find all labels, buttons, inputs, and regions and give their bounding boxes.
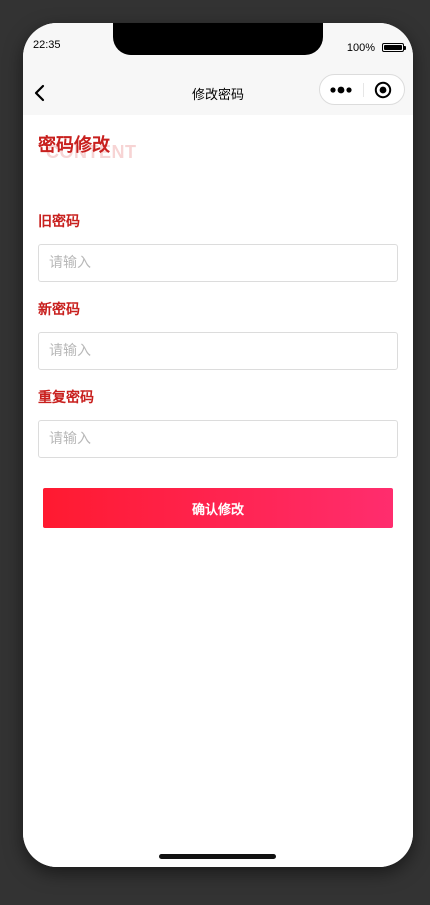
page-title: 密码修改	[38, 135, 110, 156]
home-indicator	[159, 854, 276, 859]
device-notch	[113, 23, 323, 55]
new-password-label: 新密码	[38, 302, 80, 318]
page-content: CONTENT 密码修改 旧密码 新密码 重复密码 确认修改	[23, 115, 413, 867]
old-password-input[interactable]	[38, 244, 398, 282]
navigation-bar: 修改密码	[23, 71, 413, 115]
capsule-divider	[363, 83, 364, 97]
new-password-input[interactable]	[38, 332, 398, 370]
battery-icon	[382, 43, 406, 52]
more-button[interactable]	[328, 82, 358, 98]
phone-frame: 22:35 100% 修改密码 CONTENT 密码修改 旧密码 请输入 新密码…	[23, 23, 413, 867]
battery-percentage: 100%	[346, 42, 375, 54]
more-dots-icon	[330, 86, 352, 94]
mini-program-capsule	[319, 74, 405, 105]
close-mini-program-button[interactable]	[374, 81, 392, 99]
status-time: 22:35	[33, 39, 61, 51]
target-circle-icon	[374, 81, 392, 99]
repeat-password-input[interactable]	[38, 420, 398, 458]
page-heading: CONTENT 密码修改	[38, 131, 238, 171]
old-password-label: 旧密码	[38, 214, 80, 230]
confirm-change-button[interactable]: 确认修改	[43, 488, 393, 528]
repeat-password-label: 重复密码	[38, 390, 94, 406]
status-bar: 22:35 100%	[23, 23, 413, 71]
